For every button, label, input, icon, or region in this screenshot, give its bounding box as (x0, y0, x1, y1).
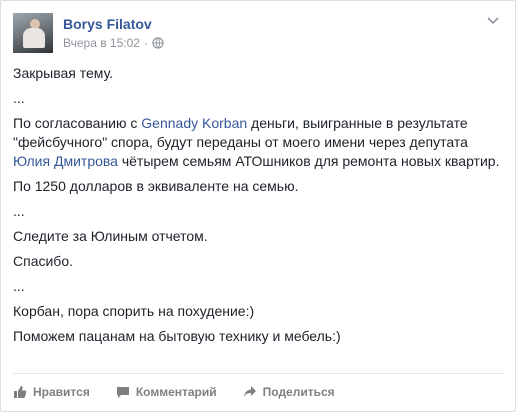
post-paragraph: ... (13, 278, 25, 294)
post-paragraph: Корбан, пора спорить на похудение:) (13, 303, 255, 319)
post-meta: Вчера в 15:02 · (63, 36, 164, 50)
post-text: По согласованию с (13, 115, 142, 131)
post-header: Borys Filatov Вчера в 15:02 · (13, 13, 503, 53)
avatar[interactable] (13, 13, 53, 53)
comment-label: Комментарий (135, 385, 217, 399)
share-button[interactable]: Поделиться (243, 385, 335, 399)
author-name[interactable]: Borys Filatov (63, 16, 152, 32)
post-text: чётырем семьям АТОшников для ремонта нов… (117, 153, 500, 169)
meta-separator: · (143, 36, 148, 50)
post-actions-bar: Нравится Комментарий Поделиться (13, 373, 503, 410)
post-paragraph: ... (13, 203, 25, 219)
post-content: Закрывая тему. ... По согласованию с Gen… (13, 64, 501, 352)
like-label: Нравится (33, 385, 90, 399)
thumbs-up-icon (14, 386, 27, 398)
post-paragraph: По согласованию с Gennady Korban деньги,… (13, 114, 501, 171)
globe-icon[interactable] (152, 37, 164, 49)
post-paragraph: ... (13, 90, 25, 106)
like-button[interactable]: Нравится (13, 385, 90, 399)
share-icon (243, 386, 256, 397)
post-paragraph: Спасибо. (13, 253, 73, 269)
share-label: Поделиться (262, 385, 335, 399)
post-timestamp[interactable]: Вчера в 15:02 (63, 36, 140, 50)
post-paragraph: Закрывая тему. (13, 65, 114, 81)
comment-button[interactable]: Комментарий (116, 385, 217, 399)
avatar-figure-body (23, 28, 45, 48)
post-paragraph: По 1250 долларов в эквиваленте на семью. (13, 178, 299, 194)
comment-icon (116, 387, 129, 398)
mention-link-gennady-korban[interactable]: Gennady Korban (141, 115, 247, 131)
post-paragraph: Поможем пацанам на бытовую технику и меб… (13, 328, 341, 344)
post-paragraph: Следите за Юлиным отчетом. (13, 228, 208, 244)
chevron-down-icon[interactable] (483, 13, 503, 29)
mention-link-yulia-dmitrova[interactable]: Юлия Дмитрова (13, 153, 118, 169)
facebook-post: Borys Filatov Вчера в 15:02 · Закрывая т… (0, 0, 516, 412)
